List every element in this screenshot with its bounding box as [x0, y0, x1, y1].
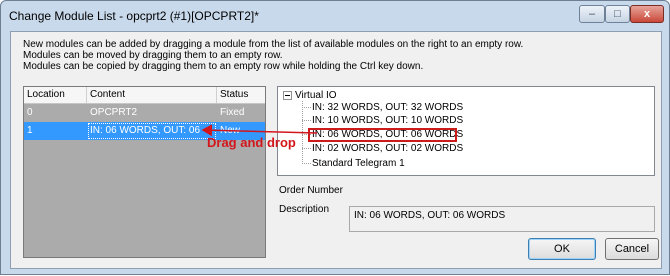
ok-button[interactable]: OK	[528, 238, 596, 260]
tree-item[interactable]: IN: 10 WORDS, OUT: 10 WORDS	[312, 114, 463, 127]
column-header-status[interactable]: Status	[217, 87, 265, 103]
maximize-icon: □	[614, 8, 621, 20]
cell-status: Fixed	[220, 107, 245, 118]
column-header-content[interactable]: Content	[87, 87, 217, 103]
cancel-button[interactable]: Cancel	[605, 238, 659, 260]
tree-item[interactable]: IN: 02 WORDS, OUT: 02 WORDS	[312, 142, 463, 155]
change-module-list-dialog: Change Module List - opcprt2 (#1)[OPCPRT…	[0, 0, 670, 275]
close-icon: x	[643, 8, 651, 20]
tree-item[interactable]: IN: 32 WORDS, OUT: 32 WORDS	[312, 101, 463, 114]
maximize-button[interactable]: □	[605, 5, 630, 23]
tree-connector	[302, 120, 311, 121]
minimize-button[interactable]: –	[579, 5, 605, 23]
window-title: Change Module List - opcprt2 (#1)[OPCPRT…	[9, 9, 259, 23]
instruction-line-copy: Modules can be copied by dragging them t…	[23, 61, 424, 72]
module-grid[interactable]: Location Content Status 0 OPCPRT2 Fixed …	[23, 86, 266, 258]
available-modules-tree[interactable]: Virtual IO IN: 32 WORDS, OUT: 32 WORDS I…	[277, 86, 655, 176]
grid-header: Location Content Status	[24, 87, 265, 104]
cell-content: OPCPRT2	[90, 107, 138, 118]
cell-content: IN: 06 WORDS, OUT: 06	[87, 122, 217, 140]
tree-connector	[302, 107, 311, 108]
tree-item[interactable]: Standard Telegram 1	[312, 157, 405, 170]
cell-location: 1	[27, 125, 33, 136]
order-number-label: Order Number	[279, 185, 343, 196]
close-button[interactable]: x	[630, 5, 664, 23]
collapse-toggle-icon[interactable]	[283, 91, 292, 100]
column-header-location[interactable]: Location	[24, 87, 87, 103]
instruction-line-move: Modules can be moved by dragging them to…	[23, 50, 283, 61]
description-label: Description	[279, 204, 330, 215]
cell-location: 0	[27, 107, 33, 118]
title-bar[interactable]: Change Module List - opcprt2 (#1)[OPCPRT…	[1, 1, 669, 31]
minimize-icon: –	[588, 8, 596, 20]
instructions: New modules can be added by dragging a m…	[23, 39, 523, 72]
tree-connector	[302, 163, 311, 164]
tree-connector	[302, 101, 303, 164]
table-row[interactable]: 0 OPCPRT2 Fixed	[24, 104, 265, 122]
instruction-line-add: New modules can be added by dragging a m…	[23, 39, 524, 50]
description-field[interactable]: IN: 06 WORDS, OUT: 06 WORDS	[349, 206, 655, 232]
dialog-body: New modules can be added by dragging a m…	[10, 31, 662, 269]
selection-highlight-box	[308, 128, 457, 142]
drag-and-drop-annotation: Drag and drop	[207, 135, 296, 150]
tree-connector	[302, 148, 311, 149]
